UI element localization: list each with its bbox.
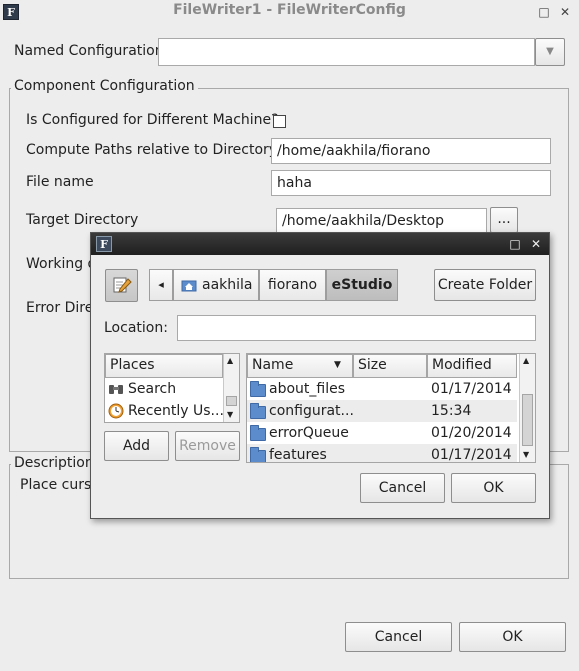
file-modified: 15:34 (431, 403, 472, 419)
compute-paths-input[interactable]: /home/aakhila/fiorano (271, 138, 551, 164)
location-label: Location: (104, 320, 168, 336)
file-chooser-dialog: F □ ✕ ◂ aakhila fiorano eStudio Create F… (90, 232, 550, 519)
cancel-button[interactable]: Cancel (345, 622, 452, 652)
folder-icon (250, 425, 266, 441)
error-dir-label: Error Dire (26, 300, 94, 316)
dialog-app-icon: F (96, 236, 112, 252)
add-place-button[interactable]: Add (104, 431, 169, 461)
file-scroll-up-icon[interactable]: ▲ (523, 356, 529, 365)
file-name: about_files (269, 381, 346, 397)
file-row[interactable]: features 01/17/2014 (247, 444, 517, 462)
remove-place-button[interactable]: Remove (175, 431, 240, 461)
places-header[interactable]: Places (105, 354, 223, 378)
dialog-cancel-button[interactable]: Cancel (360, 473, 445, 503)
component-config-legend: Component Configuration (11, 78, 198, 94)
places-scroll-thumb[interactable] (226, 396, 237, 406)
file-name: errorQueue (269, 425, 349, 441)
places-list: Places Search Recently Us... ▲ ▼ (104, 353, 240, 423)
scroll-up-icon[interactable]: ▲ (227, 356, 233, 365)
dialog-titlebar: F □ ✕ (91, 233, 549, 255)
create-folder-button[interactable]: Create Folder (434, 269, 536, 301)
different-machine-checkbox[interactable] (273, 115, 286, 128)
working-dir-label: Working d (26, 256, 97, 272)
crumb-aakhila[interactable]: aakhila (173, 269, 259, 301)
dialog-ok-button[interactable]: OK (451, 473, 536, 503)
crumb-fiorano[interactable]: fiorano (259, 269, 326, 301)
file-row[interactable]: errorQueue 01/20/2014 (247, 422, 517, 444)
sort-desc-icon: ▼ (334, 360, 341, 370)
clock-icon (108, 403, 124, 419)
folder-icon (250, 447, 266, 462)
scroll-down-icon[interactable]: ▼ (227, 410, 233, 419)
file-scroll-down-icon[interactable]: ▼ (523, 450, 529, 459)
location-input[interactable] (177, 315, 536, 341)
column-size[interactable]: Size (353, 354, 427, 378)
compute-paths-label: Compute Paths relative to Directory: (26, 142, 281, 158)
description-text: Place curso (20, 477, 100, 493)
binoculars-icon (109, 385, 123, 394)
place-item-recent-label: Recently Us... (128, 403, 224, 419)
minimize-icon[interactable]: □ (536, 4, 552, 20)
target-dir-input[interactable]: /home/aakhila/Desktop (276, 208, 487, 234)
chevron-down-icon: ▼ (546, 46, 554, 57)
named-config-input[interactable] (158, 38, 535, 66)
file-name: features (269, 447, 327, 462)
edit-location-button[interactable] (105, 269, 138, 302)
file-name-label: File name (26, 174, 94, 190)
file-scroll-thumb[interactable] (522, 394, 533, 446)
close-icon[interactable]: ✕ (557, 4, 573, 20)
column-name-label: Name (252, 357, 294, 373)
place-item-search[interactable]: Search (107, 378, 223, 400)
description-legend: Description (11, 455, 97, 471)
file-name-input[interactable]: haha (271, 170, 551, 196)
file-row[interactable]: configurat... 15:34 (247, 400, 517, 422)
window-title: FileWriter1 - FileWriterConfig (173, 2, 406, 18)
places-scrollbar[interactable]: ▲ ▼ (223, 354, 239, 422)
browse-button[interactable]: ... (490, 207, 518, 233)
dialog-close-icon[interactable]: ✕ (528, 236, 544, 252)
named-config-label: Named Configuration (14, 43, 164, 59)
different-machine-label: Is Configured for Different Machine? (26, 112, 279, 128)
chevron-left-icon: ◂ (158, 278, 164, 291)
place-item-search-label: Search (128, 381, 177, 397)
file-modified: 01/17/2014 (431, 447, 512, 462)
window-titlebar: F FileWriter1 - FileWriterConfig □ ✕ (0, 0, 579, 24)
file-modified: 01/17/2014 (431, 381, 512, 397)
crumb-back-button[interactable]: ◂ (149, 269, 173, 301)
crumb-aakhila-label: aakhila (202, 277, 253, 293)
folder-icon (250, 381, 266, 397)
pencil-icon (113, 277, 132, 293)
ok-button[interactable]: OK (459, 622, 566, 652)
named-config-dropdown-button[interactable]: ▼ (535, 38, 565, 66)
file-list: Name ▼ Size Modified about_files 01/17/2… (246, 353, 536, 463)
crumb-estudio[interactable]: eStudio (326, 269, 398, 301)
file-row[interactable]: about_files 01/17/2014 (247, 378, 517, 400)
column-modified[interactable]: Modified (427, 354, 517, 378)
file-rows: about_files 01/17/2014 configurat... 15:… (247, 378, 517, 462)
file-name: configurat... (269, 403, 354, 419)
home-folder-icon (181, 280, 197, 292)
column-name[interactable]: Name ▼ (247, 354, 353, 378)
folder-icon (250, 403, 266, 419)
place-item-recent[interactable]: Recently Us... (107, 400, 224, 422)
target-dir-label: Target Directory (26, 212, 139, 228)
file-modified: 01/20/2014 (431, 425, 512, 441)
maximize-icon[interactable]: □ (507, 236, 523, 252)
file-list-scrollbar[interactable]: ▲ ▼ (519, 354, 535, 462)
